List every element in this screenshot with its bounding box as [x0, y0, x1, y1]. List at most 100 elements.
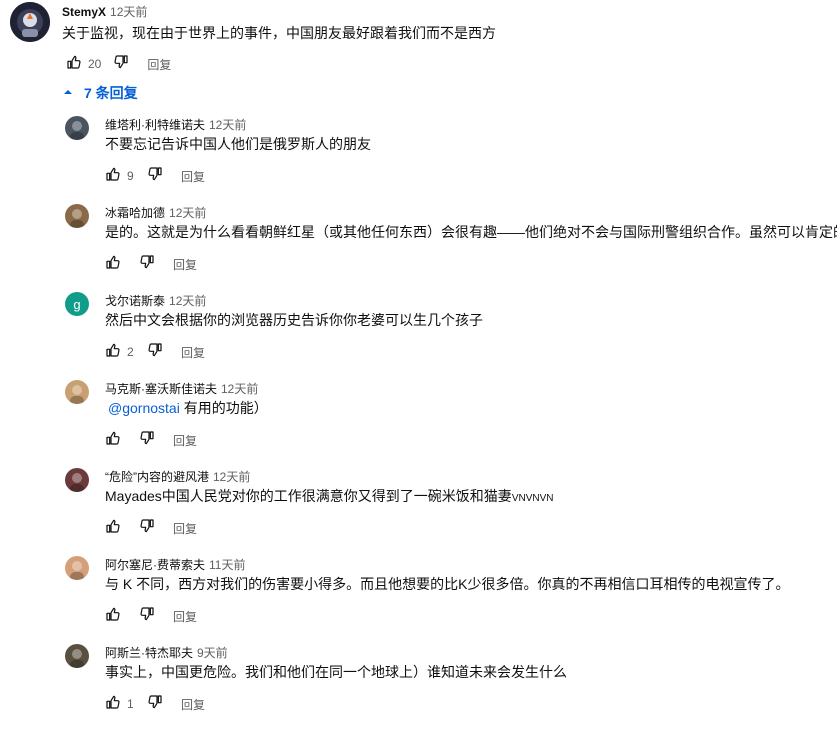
comment-text-body: 事实上，中国更危险。我们和他们在同一个地球上）谁知道未来会发生什么	[105, 664, 567, 680]
thumbs-down-icon	[139, 606, 155, 627]
like-button[interactable]	[101, 340, 125, 364]
comment-author[interactable]: 阿斯兰·特杰耶夫	[105, 646, 193, 660]
dislike-button[interactable]	[143, 692, 167, 716]
comment-header: 阿尔塞尼·费蒂索夫 11天前	[105, 557, 245, 573]
reply-button[interactable]: 回复	[181, 696, 205, 713]
reply-button[interactable]: 回复	[173, 520, 197, 537]
comment-actions: 9 回复	[101, 164, 205, 188]
thumbs-down-icon	[147, 694, 163, 715]
avatar[interactable]	[65, 380, 89, 404]
comment-text-body: 然后中文会根据你的浏览器历史告诉你你老婆可以生几个孩子	[105, 312, 483, 328]
comment-time[interactable]: 11天前	[209, 558, 245, 572]
comment-time[interactable]: 12天前	[169, 294, 206, 308]
thumbs-up-icon	[105, 254, 121, 275]
comment-actions: 回复	[101, 604, 197, 628]
comment-text: 与 K 不同，西方对我们的伤害要小得多。而且他想要的比K少很多倍。你真的不再相信…	[105, 574, 789, 594]
comment-text-body: Mayades中国人民党对你的工作很满意你又得到了一碗米饭和猫妻	[105, 488, 512, 504]
reply-button[interactable]: 回复	[173, 256, 197, 273]
like-button[interactable]	[101, 252, 125, 276]
reply-comment: 阿斯兰·特杰耶夫 9天前 事实上，中国更危险。我们和他们在同一个地球上）谁知道未来…	[0, 640, 837, 728]
comment-actions: 20 回复	[62, 52, 171, 76]
like-button[interactable]	[101, 164, 125, 188]
comment-actions: 回复	[101, 252, 197, 276]
avatar[interactable]	[65, 556, 89, 580]
comment-text: @gornostai 有用的功能）	[108, 398, 268, 418]
comment-time[interactable]: 12天前	[209, 118, 246, 132]
dislike-button[interactable]	[135, 252, 159, 276]
thumbs-up-icon	[105, 694, 121, 715]
thumbs-down-icon	[147, 342, 163, 363]
comment-author[interactable]: 维塔利·利特维诺夫	[105, 118, 205, 132]
comment-time[interactable]: 12天前	[221, 382, 258, 396]
avatar[interactable]	[65, 204, 89, 228]
like-button[interactable]	[101, 428, 125, 452]
like-count: 2	[127, 345, 134, 359]
comment-text-body: 不要忘记告诉中国人他们是俄罗斯人的朋友	[105, 136, 371, 152]
comment-author[interactable]: StemyX	[62, 5, 106, 19]
dislike-button[interactable]	[135, 516, 159, 540]
thumbs-up-icon	[105, 166, 121, 187]
comment-time[interactable]: 12天前	[213, 470, 250, 484]
like-count: 20	[88, 57, 102, 71]
avatar[interactable]	[65, 116, 89, 140]
dislike-button[interactable]	[143, 340, 167, 364]
reply-comment: 阿尔塞尼·费蒂索夫 11天前 与 K 不同，西方对我们的伤害要小得多。而且他想要的…	[0, 552, 837, 640]
reply-button[interactable]: 回复	[147, 56, 171, 73]
thumbs-up-icon	[66, 54, 82, 75]
comment-header: 阿斯兰·特杰耶夫 9天前	[105, 645, 228, 661]
comment-text-suffix: VNVNVN	[511, 493, 554, 504]
like-button[interactable]	[101, 516, 125, 540]
comment-header: 冰霜哈加德 12天前	[105, 205, 206, 221]
comment-actions: 2 回复	[101, 340, 205, 364]
comment-text: Mayades中国人民党对你的工作很满意你又得到了一碗米饭和猫妻VNVNVN	[105, 486, 554, 509]
like-button[interactable]	[101, 692, 125, 716]
comment-text: 然后中文会根据你的浏览器历史告诉你你老婆可以生几个孩子	[105, 310, 483, 330]
comment-actions: 回复	[101, 516, 197, 540]
comment-text: 事实上，中国更危险。我们和他们在同一个地球上）谁知道未来会发生什么	[105, 662, 567, 682]
like-button[interactable]	[62, 52, 86, 76]
comment-author[interactable]: 阿尔塞尼·费蒂索夫	[105, 558, 205, 572]
reply-button[interactable]: 回复	[181, 344, 205, 361]
reply-comment: “危险”内容的避风港 12天前 Mayades中国人民党对你的工作很满意你又得到了…	[0, 464, 837, 552]
reply-button[interactable]: 回复	[173, 608, 197, 625]
thumbs-down-icon	[147, 166, 163, 187]
avatar[interactable]	[10, 2, 50, 42]
comment-text: 关于监视，现在由于世界上的事件，中国朋友最好跟着我们而不是西方	[62, 25, 496, 41]
avatar[interactable]	[65, 644, 89, 668]
thumbs-up-icon	[105, 430, 121, 451]
reply-button[interactable]: 回复	[173, 432, 197, 449]
avatar[interactable]: g	[65, 292, 89, 316]
replies-toggle-label: 7 条回复	[84, 85, 138, 101]
replies-toggle[interactable]: 7 条回复	[62, 82, 138, 104]
comment-header: 马克斯·塞沃斯佳诺夫 12天前	[105, 381, 258, 397]
thumbs-up-icon	[105, 518, 121, 539]
comment-author[interactable]: 冰霜哈加德	[105, 206, 165, 220]
reply-comment: 马克斯·塞沃斯佳诺夫 12天前 @gornostai 有用的功能） 回复	[0, 376, 837, 464]
comment-actions: 1 回复	[101, 692, 205, 716]
comment-time[interactable]: 9天前	[197, 646, 228, 660]
reply-comment: 冰霜哈加德 12天前 是的。这就是为什么看看朝鲜红星（或其他任何东西）会很有趣——…	[0, 200, 837, 288]
comment-text-body: 是的。这就是为什么看看朝鲜红星（或其他任何东西）会很有趣——他们绝对不会与国际刑…	[105, 224, 837, 240]
like-count: 9	[127, 169, 134, 183]
comment-header: “危险”内容的避风港 12天前	[105, 469, 250, 485]
dislike-button[interactable]	[143, 164, 167, 188]
thumbs-down-icon	[139, 254, 155, 275]
dislike-button[interactable]	[109, 52, 133, 76]
mention-link[interactable]: @gornostai	[108, 400, 180, 416]
comment-author[interactable]: “危险”内容的避风港	[105, 470, 209, 484]
comment-header: 戈尔诺斯泰 12天前	[105, 293, 206, 309]
reply-button[interactable]: 回复	[181, 168, 205, 185]
comment-author[interactable]: 马克斯·塞沃斯佳诺夫	[105, 382, 217, 396]
like-button[interactable]	[101, 604, 125, 628]
reply-comment: 维塔利·利特维诺夫 12天前 不要忘记告诉中国人他们是俄罗斯人的朋友 9 回复	[0, 112, 837, 200]
avatar[interactable]	[65, 468, 89, 492]
comment-text-body: 与 K 不同，西方对我们的伤害要小得多。而且他想要的比K少很多倍。你真的不再相信…	[105, 576, 790, 592]
dislike-button[interactable]	[135, 428, 159, 452]
comment-time[interactable]: 12天前	[110, 5, 147, 19]
dislike-button[interactable]	[135, 604, 159, 628]
comment-header: 维塔利·利特维诺夫 12天前	[105, 117, 246, 133]
comment-time[interactable]: 12天前	[169, 206, 206, 220]
top-comment: StemyX 12天前 关于监视，现在由于世界上的事件，中国朋友最好跟着我们而不是…	[0, 0, 837, 80]
comment-author[interactable]: 戈尔诺斯泰	[105, 294, 165, 308]
chevron-up-icon	[62, 85, 84, 101]
